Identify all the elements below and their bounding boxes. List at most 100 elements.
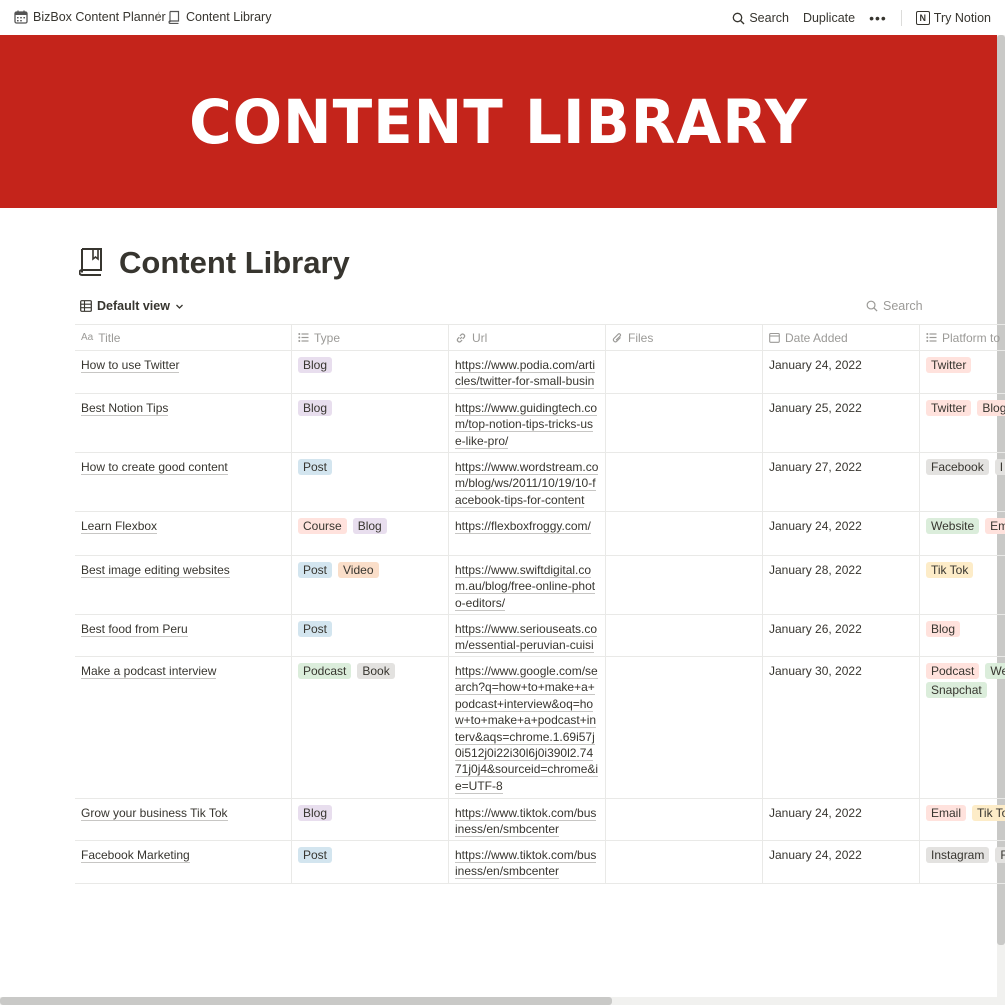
row-title[interactable]: Best Notion Tips xyxy=(81,401,169,416)
duplicate-button[interactable]: Duplicate xyxy=(803,11,855,25)
search-icon xyxy=(732,12,745,25)
page-book-icon[interactable] xyxy=(78,247,105,277)
cell-date[interactable]: January 28, 2022 xyxy=(763,556,920,614)
database-search-button[interactable]: Search xyxy=(866,299,923,313)
cell-url[interactable]: https://www.podia.com/articles/twitter-f… xyxy=(449,351,606,393)
cell-type[interactable]: Post xyxy=(292,615,449,656)
row-title[interactable]: How to use Twitter xyxy=(81,358,180,373)
column-header-url[interactable]: Url xyxy=(449,325,606,350)
cell-files[interactable] xyxy=(606,453,763,511)
url-link[interactable]: https://www.seriouseats.com/essential-pe… xyxy=(455,622,598,656)
cell-platform[interactable]: Instagram F xyxy=(920,841,1005,883)
cell-files[interactable] xyxy=(606,394,763,452)
cell-date[interactable]: January 24, 2022 xyxy=(763,351,920,393)
breadcrumb-workspace[interactable]: BizBox Content Planner xyxy=(14,10,166,24)
cell-url[interactable]: https://www.tiktok.com/business/en/smbce… xyxy=(449,799,606,840)
row-title[interactable]: Facebook Marketing xyxy=(81,848,190,863)
cell-date[interactable]: January 24, 2022 xyxy=(763,799,920,840)
cell-title[interactable]: Best Notion Tips xyxy=(75,394,292,452)
cell-files[interactable] xyxy=(606,615,763,656)
row-title[interactable]: Grow your business Tik Tok xyxy=(81,806,228,821)
cell-files[interactable] xyxy=(606,841,763,883)
cell-title[interactable]: Learn Flexbox xyxy=(75,512,292,555)
cell-title[interactable]: How to create good content xyxy=(75,453,292,511)
cell-files[interactable] xyxy=(606,657,763,798)
row-title[interactable]: Best food from Peru xyxy=(81,622,188,637)
cell-platform[interactable]: Blog xyxy=(920,615,1005,656)
cell-platform[interactable]: WebsiteEmLinkedin xyxy=(920,512,1005,555)
table-row[interactable]: Facebook Marketing Post https://www.tiktok… xyxy=(75,841,1005,884)
cell-type[interactable]: Post xyxy=(292,841,449,883)
row-title[interactable]: Best image editing websites xyxy=(81,563,230,578)
table-row[interactable]: Grow your business Tik Tok Blog https://ww… xyxy=(75,799,1005,841)
url-link[interactable]: https://www.wordstream.com/blog/ws/2011/… xyxy=(455,460,599,508)
breadcrumb-page[interactable]: Content Library xyxy=(168,10,271,24)
cell-url[interactable]: https://www.wordstream.com/blog/ws/2011/… xyxy=(449,453,606,511)
cell-url[interactable]: https://www.guidingtech.com/top-notion-t… xyxy=(449,394,606,452)
more-options-button[interactable]: ••• xyxy=(869,10,887,26)
url-link[interactable]: https://www.google.com/search?q=how+to+m… xyxy=(455,664,599,794)
horizontal-scrollbar[interactable] xyxy=(0,997,612,1005)
table-row[interactable]: Best food from Peru Post https://www.serio… xyxy=(75,615,1005,657)
cell-type[interactable]: Post Video xyxy=(292,556,449,614)
try-notion-button[interactable]: N Try Notion xyxy=(915,11,991,25)
cell-url[interactable]: https://www.seriouseats.com/essential-pe… xyxy=(449,615,606,656)
table-row[interactable]: Best Notion Tips Blog https://www.guidingt… xyxy=(75,394,1005,453)
cell-title[interactable]: Best food from Peru xyxy=(75,615,292,656)
cell-platform[interactable]: PodcastWeYoutubeTikSnapchat xyxy=(920,657,1005,798)
table-row[interactable]: How to create good content Post https://ww… xyxy=(75,453,1005,512)
cell-type[interactable]: Blog xyxy=(292,351,449,393)
cell-title[interactable]: Facebook Marketing xyxy=(75,841,292,883)
cell-files[interactable] xyxy=(606,556,763,614)
cell-title[interactable]: Grow your business Tik Tok xyxy=(75,799,292,840)
cell-date[interactable]: January 30, 2022 xyxy=(763,657,920,798)
url-link[interactable]: https://flexboxfroggy.com/ xyxy=(455,519,591,534)
column-header-platform[interactable]: Platform to xyxy=(920,325,1005,350)
cell-platform[interactable]: Facebook I xyxy=(920,453,1005,511)
cell-url[interactable]: https://www.swiftdigital.com.au/blog/fre… xyxy=(449,556,606,614)
table-row[interactable]: Make a podcast interview Podcast Book https… xyxy=(75,657,1005,799)
page-title[interactable]: Content Library xyxy=(119,245,350,281)
cell-date[interactable]: January 26, 2022 xyxy=(763,615,920,656)
row-title[interactable]: How to create good content xyxy=(81,460,228,475)
row-title[interactable]: Learn Flexbox xyxy=(81,519,158,534)
url-link[interactable]: https://www.tiktok.com/business/en/smbce… xyxy=(455,806,597,838)
cell-url[interactable]: https://www.google.com/search?q=how+to+m… xyxy=(449,657,606,798)
cell-type[interactable]: Post xyxy=(292,453,449,511)
column-header-title[interactable]: Aa Title xyxy=(75,325,292,350)
cell-date[interactable]: January 24, 2022 xyxy=(763,841,920,883)
column-header-type[interactable]: Type xyxy=(292,325,449,350)
table-row[interactable]: Learn Flexbox Course Blog https://flexboxfr… xyxy=(75,512,1005,556)
cell-url[interactable]: https://flexboxfroggy.com/ xyxy=(449,512,606,555)
cell-date[interactable]: January 27, 2022 xyxy=(763,453,920,511)
cell-platform[interactable]: Email Tik To xyxy=(920,799,1005,840)
cell-type[interactable]: Blog xyxy=(292,394,449,452)
cell-platform[interactable]: Twitter Blog xyxy=(920,394,1005,452)
search-button[interactable]: Search xyxy=(732,11,789,25)
url-link[interactable]: https://www.tiktok.com/business/en/smbce… xyxy=(455,848,597,880)
cell-title[interactable]: Best image editing websites xyxy=(75,556,292,614)
column-header-date[interactable]: Date Added xyxy=(763,325,920,350)
table-row[interactable]: How to use Twitter Blog https://www.podia.… xyxy=(75,351,1005,394)
row-title[interactable]: Make a podcast interview xyxy=(81,664,217,679)
cell-type[interactable]: Podcast Book xyxy=(292,657,449,798)
cell-title[interactable]: How to use Twitter xyxy=(75,351,292,393)
url-link[interactable]: https://www.guidingtech.com/top-notion-t… xyxy=(455,401,598,449)
cell-platform[interactable]: Tik Tok xyxy=(920,556,1005,614)
cell-files[interactable] xyxy=(606,512,763,555)
column-header-files[interactable]: Files xyxy=(606,325,763,350)
table-row[interactable]: Best image editing websites Post Video http… xyxy=(75,556,1005,615)
cell-files[interactable] xyxy=(606,351,763,393)
cell-title[interactable]: Make a podcast interview xyxy=(75,657,292,798)
cell-date[interactable]: January 24, 2022 xyxy=(763,512,920,555)
cell-platform[interactable]: Twitter xyxy=(920,351,1005,393)
cell-type[interactable]: Blog xyxy=(292,799,449,840)
platform-tags: Instagram F xyxy=(926,847,1005,863)
cell-date[interactable]: January 25, 2022 xyxy=(763,394,920,452)
view-selector[interactable]: Default view xyxy=(80,299,184,313)
url-link[interactable]: https://www.swiftdigital.com.au/blog/fre… xyxy=(455,563,596,611)
cell-type[interactable]: Course Blog xyxy=(292,512,449,555)
cell-url[interactable]: https://www.tiktok.com/business/en/smbce… xyxy=(449,841,606,883)
cell-files[interactable] xyxy=(606,799,763,840)
url-link[interactable]: https://www.podia.com/articles/twitter-f… xyxy=(455,358,596,393)
